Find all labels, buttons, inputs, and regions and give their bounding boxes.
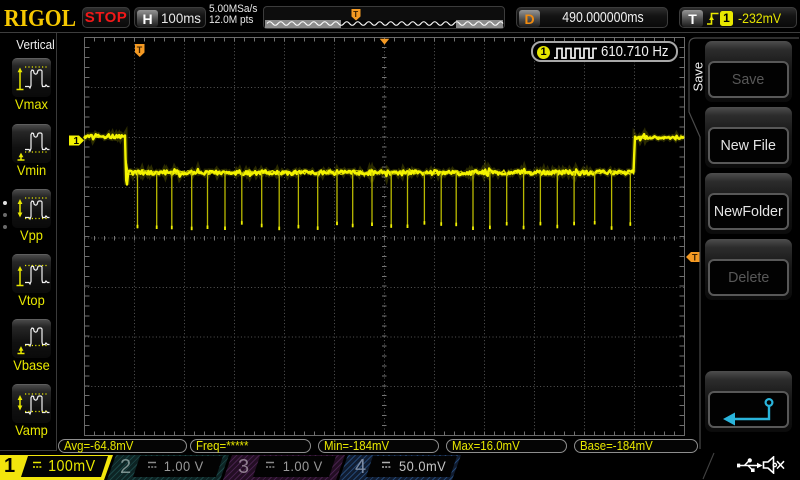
svg-text:T: T — [353, 10, 358, 19]
svg-text:T: T — [137, 45, 143, 55]
svg-text:1: 1 — [74, 136, 80, 147]
